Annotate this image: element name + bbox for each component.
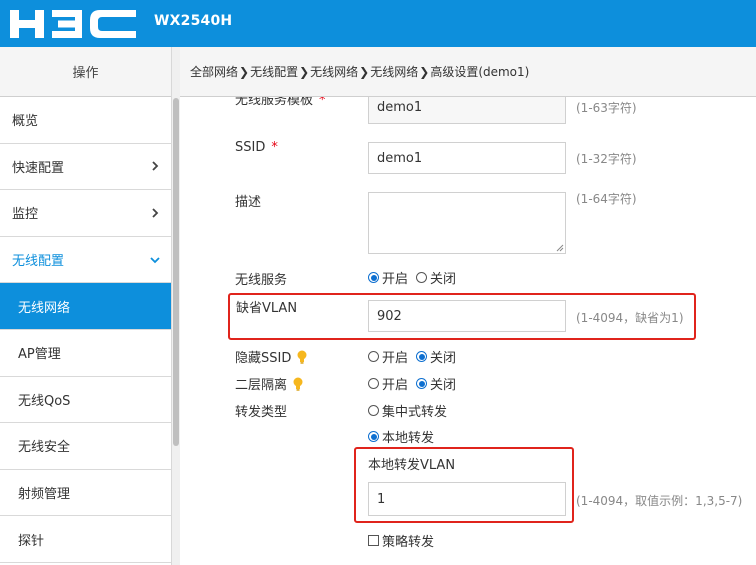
breadcrumb-item[interactable]: 全部网络 bbox=[190, 63, 238, 80]
chevron-right-icon bbox=[152, 161, 159, 172]
sidebar-item-label: 概览 bbox=[12, 114, 39, 130]
tip-bulb-icon[interactable] bbox=[297, 350, 307, 364]
sidebar-item-overview[interactable]: 概览 bbox=[0, 97, 171, 144]
radio-local-forward-selected[interactable] bbox=[368, 431, 379, 442]
breadcrumb-item[interactable]: 无线网络 bbox=[370, 63, 418, 80]
local-vlan-hint: (1-4094，取值示例：1,3,5-7) bbox=[576, 494, 743, 508]
radio-on[interactable] bbox=[368, 351, 379, 362]
chevron-right-icon: ❯ bbox=[419, 64, 430, 79]
sidebar-item-wireless-qos[interactable]: 无线QoS bbox=[0, 377, 171, 424]
sidebar-item-label: AP管理 bbox=[18, 347, 61, 363]
chevron-down-icon bbox=[150, 256, 160, 263]
radio-central-forward[interactable] bbox=[368, 405, 379, 416]
forward-type-label: 转发类型 bbox=[235, 405, 288, 420]
highlight-box-local-vlan bbox=[354, 447, 574, 523]
tip-bulb-icon[interactable] bbox=[293, 377, 303, 391]
sidebar-item-label: 快速配置 bbox=[12, 160, 65, 176]
description-label: 描述 bbox=[235, 195, 262, 210]
chevron-right-icon: ❯ bbox=[239, 64, 250, 79]
hide-ssid-label: 隐藏SSID bbox=[235, 347, 307, 366]
sidebar-item-ap-management[interactable]: AP管理 bbox=[0, 330, 171, 377]
radio-on-selected[interactable] bbox=[368, 272, 379, 283]
ssid-field[interactable]: demo1 bbox=[368, 142, 566, 174]
top-bar: WX2540H bbox=[0, 0, 756, 47]
sidebar-scrollbar-thumb[interactable] bbox=[173, 98, 179, 446]
radio-off[interactable] bbox=[416, 272, 428, 283]
resize-handle-icon[interactable] bbox=[556, 244, 564, 252]
chevron-right-icon: ❯ bbox=[299, 64, 310, 79]
chevron-right-icon bbox=[152, 208, 159, 218]
l2-isolation-label: 二层隔离 bbox=[235, 374, 303, 393]
breadcrumb: 全部网络 ❯ 无线配置 ❯ 无线网络 ❯ 无线网络 ❯ 高级设置(demo1) bbox=[180, 47, 756, 97]
sidebar-item-label: 探针 bbox=[18, 533, 45, 549]
wireless-service-label: 无线服务 bbox=[235, 273, 288, 288]
service-template-field[interactable]: demo1 bbox=[368, 97, 566, 124]
policy-forward-checkbox[interactable] bbox=[368, 535, 379, 546]
hide-ssid-radio-group: 开启 关闭 bbox=[368, 347, 456, 366]
chevron-right-icon: ❯ bbox=[359, 64, 370, 79]
sidebar-item-label: 无线安全 bbox=[18, 440, 71, 456]
radio-off-selected[interactable] bbox=[416, 378, 428, 389]
radio-on[interactable] bbox=[368, 378, 379, 389]
sidebar-item-label: 射频管理 bbox=[18, 487, 71, 503]
sidebar-item-monitor[interactable]: 监控 bbox=[0, 190, 171, 237]
breadcrumb-item[interactable]: 无线配置 bbox=[250, 63, 298, 80]
sidebar-item-wireless-config[interactable]: 无线配置 bbox=[0, 237, 171, 284]
forward-type-local: 本地转发 bbox=[368, 427, 434, 446]
sidebar-item-probe[interactable]: 探针 bbox=[0, 516, 171, 563]
breadcrumb-item[interactable]: 无线网络 bbox=[310, 63, 358, 80]
sidebar-item-label: 无线配置 bbox=[12, 254, 65, 270]
highlight-box-default-vlan bbox=[228, 293, 696, 340]
sidebar-item-wireless-network[interactable]: 无线网络 bbox=[0, 283, 171, 330]
description-hint: (1-64字符) bbox=[576, 192, 637, 206]
sidebar-item-radio-management[interactable]: 射频管理 bbox=[0, 470, 171, 517]
forward-type-central: 集中式转发 bbox=[368, 401, 447, 420]
service-template-hint: (1-63字符) bbox=[576, 101, 637, 115]
policy-forward-option: 策略转发 bbox=[368, 531, 434, 550]
sidebar-item-quick-config[interactable]: 快速配置 bbox=[0, 144, 171, 191]
sidebar: 操作 概览 快速配置 监控 无线配置 无线网络 AP管理 无线QoS 无线安全 … bbox=[0, 47, 172, 565]
breadcrumb-current: 高级设置(demo1) bbox=[430, 65, 530, 79]
h3c-logo bbox=[8, 8, 138, 40]
device-model: WX2540H bbox=[154, 13, 233, 29]
description-textarea[interactable] bbox=[368, 192, 566, 254]
sidebar-item-wireless-security[interactable]: 无线安全 bbox=[0, 423, 171, 470]
sidebar-item-label: 监控 bbox=[12, 207, 39, 223]
l2-isolation-radio-group: 开启 关闭 bbox=[368, 374, 456, 393]
sidebar-item-label: 无线QoS bbox=[18, 393, 71, 409]
radio-off-selected[interactable] bbox=[416, 351, 428, 362]
settings-form: 无线服务模板 * demo1 (1-63字符) SSID * demo1 (1-32… bbox=[180, 97, 756, 565]
ssid-label: SSID * bbox=[235, 140, 278, 155]
sidebar-item-label: 无线网络 bbox=[18, 300, 71, 316]
ssid-hint: (1-32字符) bbox=[576, 152, 637, 166]
wireless-service-radio-group: 开启 关闭 bbox=[368, 268, 456, 287]
service-template-label: 无线服务模板 * bbox=[235, 97, 326, 108]
sidebar-title: 操作 bbox=[0, 47, 171, 97]
